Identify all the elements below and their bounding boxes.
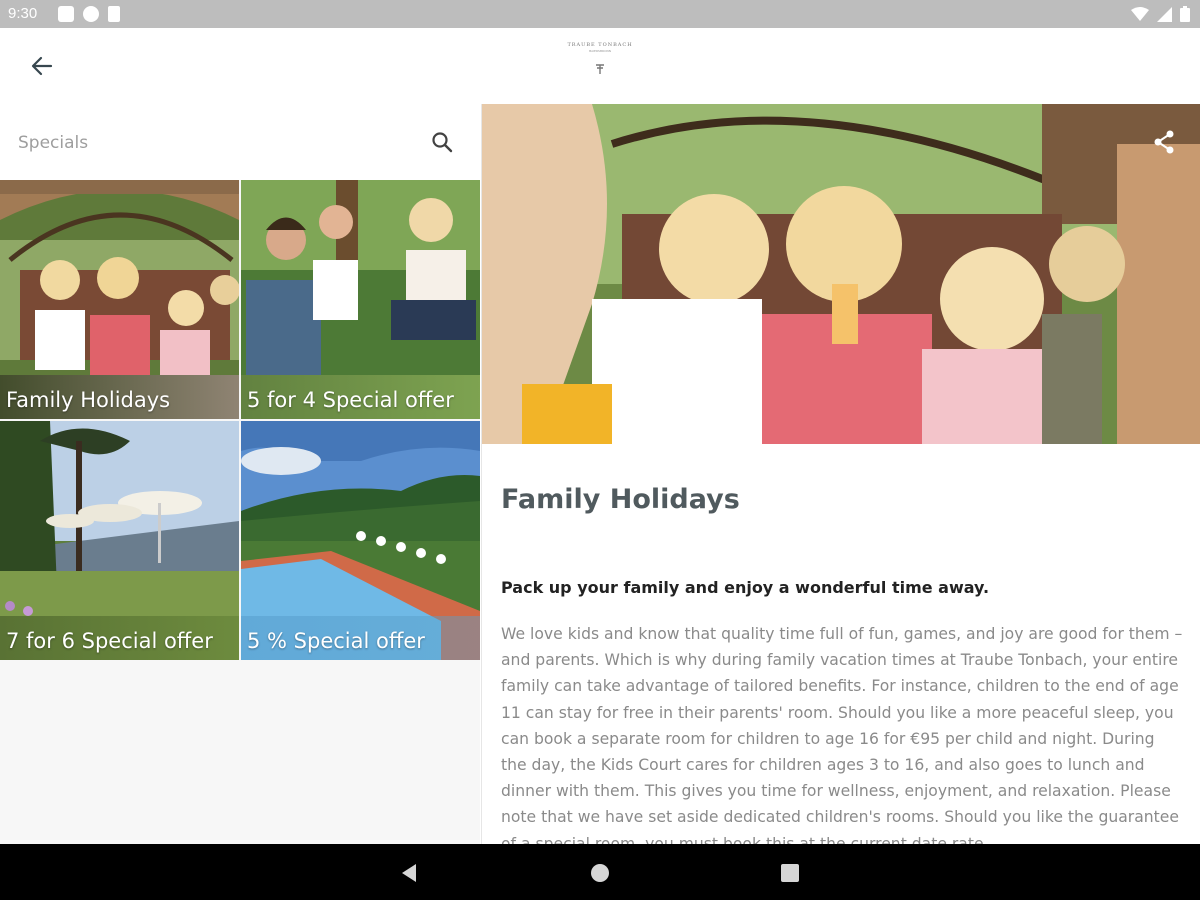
share-button[interactable] [1150, 128, 1178, 156]
search-input[interactable] [18, 130, 398, 156]
special-title: 5 for 4 Special offer [247, 388, 454, 412]
nav-back-button[interactable] [398, 862, 420, 884]
nav-recents-button[interactable] [779, 862, 801, 884]
detail-title: Family Holidays [501, 484, 740, 515]
notification-icon [58, 6, 74, 22]
special-tile-7-for-6[interactable]: 7 for 6 Special offer [0, 421, 239, 660]
special-tile-family-holidays[interactable]: Family Holidays [0, 180, 239, 419]
wifi-icon [1131, 6, 1149, 21]
logo-text: TRAUBE TONBACH [567, 42, 633, 48]
special-detail-pane: Family Holidays Pack up your family and … [481, 104, 1200, 844]
logo-mark-icon [596, 64, 604, 74]
system-icons [1131, 6, 1190, 22]
system-navigation-bar [0, 844, 1200, 900]
circle-home-icon [591, 864, 609, 882]
search-button[interactable] [426, 126, 458, 158]
detail-body: We love kids and know that quality time … [501, 625, 1183, 844]
share-icon [1154, 130, 1174, 154]
notification-icons [58, 6, 120, 22]
square-recents-icon [781, 864, 799, 882]
hotel-logo: TRAUBE TONBACH BAIERSBRONN [560, 42, 640, 90]
status-bar: 9:30 [0, 0, 1200, 28]
special-title: 5 % Special offer [247, 629, 425, 653]
special-tile-5-for-4[interactable]: 5 for 4 Special offer [241, 180, 480, 419]
family-holidays-hero-image [482, 104, 1200, 444]
triangle-back-icon [402, 864, 416, 882]
search-icon [432, 132, 453, 153]
special-title: Family Holidays [6, 388, 171, 412]
app-notification-icon [83, 6, 99, 22]
nav-home-button[interactable] [589, 862, 611, 884]
sd-card-icon [108, 6, 120, 22]
special-tile-5-percent[interactable]: 5 % Special offer [241, 421, 480, 660]
logo-subtext: BAIERSBRONN [589, 49, 611, 53]
specials-grid: Family Holidays 5 for 4 Special offer 7 … [0, 180, 480, 660]
special-title: 7 for 6 Special offer [6, 629, 213, 653]
top-app-bar: TRAUBE TONBACH BAIERSBRONN [0, 28, 1200, 104]
status-time: 9:30 [8, 5, 38, 22]
search-bar [0, 104, 480, 180]
battery-icon [1180, 6, 1190, 22]
arrow-back-icon [31, 56, 53, 76]
back-button[interactable] [22, 48, 62, 84]
detail-lead: Pack up your family and enjoy a wonderfu… [501, 578, 990, 597]
specials-list-pane: Family Holidays 5 for 4 Special offer [0, 104, 480, 844]
cell-signal-icon [1157, 6, 1172, 22]
